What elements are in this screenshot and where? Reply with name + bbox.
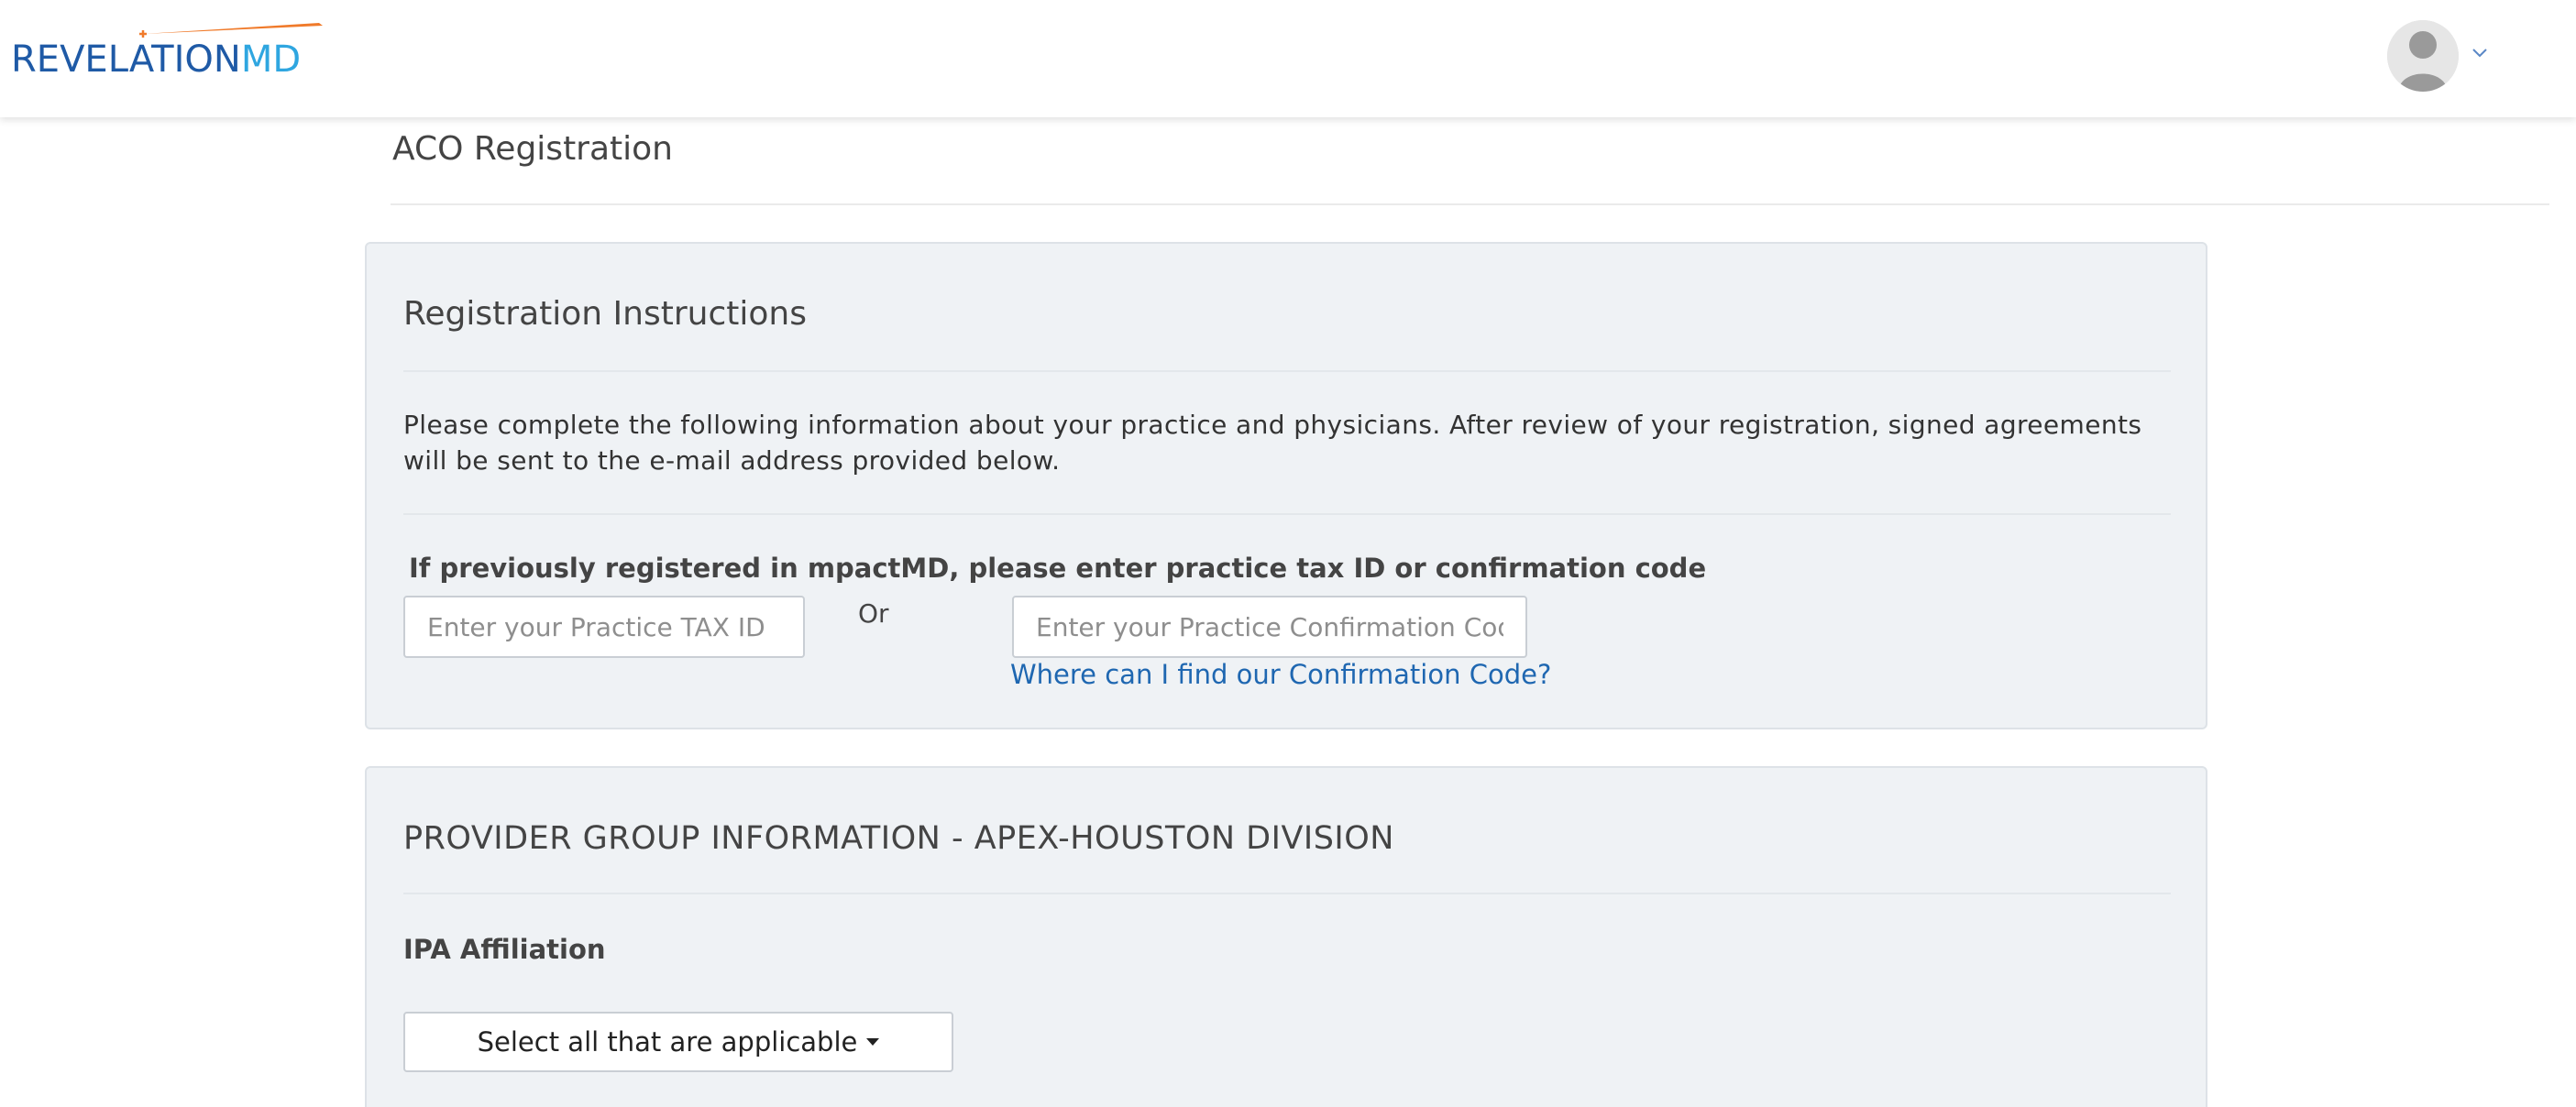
confirmation-code-help-link[interactable]: Where can I find our Confirmation Code? bbox=[1010, 656, 1551, 693]
page-title: ACO Registration bbox=[392, 130, 673, 168]
top-navbar: REVELATIONMD bbox=[0, 0, 2576, 117]
practice-confirmation-code-input[interactable] bbox=[1012, 596, 1527, 658]
logo-text: REVELATIONMD bbox=[11, 37, 301, 82]
logo-text-accent: MD bbox=[240, 38, 302, 81]
or-label: Or bbox=[858, 598, 889, 629]
provider-group-panel: PROVIDER GROUP INFORMATION - APEX-HOUSTO… bbox=[365, 766, 2207, 1107]
instructions-text: Please complete the following informatio… bbox=[403, 410, 2142, 476]
revelationmd-logo[interactable]: REVELATIONMD bbox=[11, 20, 323, 84]
practice-tax-id-input[interactable] bbox=[403, 596, 805, 658]
chevron-down-icon[interactable] bbox=[2471, 48, 2488, 59]
previous-registration-label: If previously registered in mpactMD, ple… bbox=[409, 553, 1707, 584]
panel-divider bbox=[403, 513, 2171, 515]
title-divider bbox=[391, 203, 2549, 205]
ipa-affiliation-multiselect[interactable]: Select all that are applicable bbox=[403, 1012, 953, 1072]
panel-divider bbox=[403, 370, 2171, 372]
registration-instructions-panel: Registration Instructions Please complet… bbox=[365, 242, 2207, 729]
panel-divider bbox=[403, 893, 2171, 894]
user-avatar-icon[interactable] bbox=[2387, 20, 2459, 92]
ipa-affiliation-label: IPA Affiliation bbox=[403, 934, 606, 965]
provider-group-heading: PROVIDER GROUP INFORMATION - APEX-HOUSTO… bbox=[403, 820, 1394, 857]
registration-instructions-heading: Registration Instructions bbox=[403, 295, 807, 333]
logo-text-main: REVELATION bbox=[11, 38, 241, 81]
user-menu[interactable] bbox=[2387, 20, 2497, 93]
caret-down-icon bbox=[866, 1038, 880, 1046]
ipa-select-label: Select all that are applicable bbox=[477, 1026, 858, 1058]
